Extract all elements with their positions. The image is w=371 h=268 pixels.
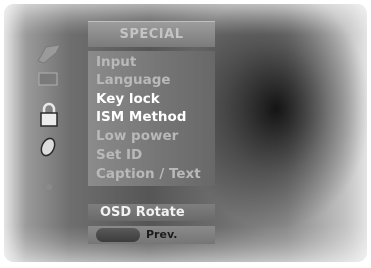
prev-label: Prev. xyxy=(146,228,178,241)
special-icon[interactable] xyxy=(32,40,66,66)
screen-icon[interactable] xyxy=(32,66,66,92)
menu-item-language[interactable]: Language xyxy=(96,71,171,89)
menu-item-input[interactable]: Input xyxy=(96,53,136,71)
extra-icon[interactable] xyxy=(32,174,66,200)
osd-rotate-button[interactable]: OSD Rotate xyxy=(88,204,215,221)
tv-osd-screen: SPECIAL Input Language Key lock ISM Meth… xyxy=(4,4,367,262)
menu-item-caption-text[interactable]: Caption / Text xyxy=(96,165,201,183)
menu-list: Input Language Key lock ISM Method Low p… xyxy=(88,51,215,186)
menu-item-ism-method[interactable]: ISM Method xyxy=(96,108,186,126)
lock-icon[interactable] xyxy=(32,102,66,128)
menu-item-low-power[interactable]: Low power xyxy=(96,127,178,145)
prev-pill-icon xyxy=(96,228,140,242)
menu-item-key-lock[interactable]: Key lock xyxy=(96,90,160,108)
menu-title: SPECIAL xyxy=(88,21,215,47)
menu-item-set-id[interactable]: Set ID xyxy=(96,146,142,164)
time-icon[interactable] xyxy=(32,134,66,160)
prev-button[interactable]: Prev. xyxy=(88,226,215,244)
